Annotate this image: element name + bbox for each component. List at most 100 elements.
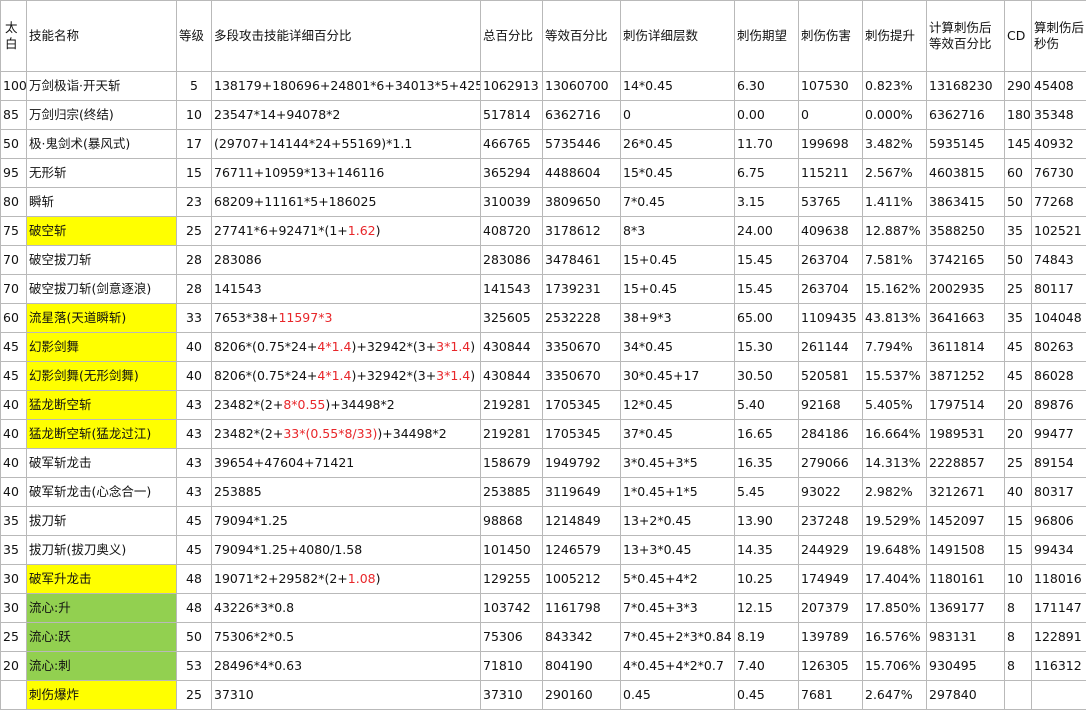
- cell-stab-boost[interactable]: 7.581%: [862, 245, 927, 275]
- cell-equiv-percent[interactable]: 3178612: [542, 216, 621, 246]
- cell-after-equiv[interactable]: 3641663: [926, 303, 1005, 333]
- cell-stab-damage[interactable]: 263704: [798, 274, 863, 304]
- cell-after-equiv[interactable]: 1452097: [926, 506, 1005, 536]
- cell-formula[interactable]: 68209+11161*5+186025: [211, 187, 481, 217]
- cell-taibai[interactable]: 20: [0, 651, 27, 681]
- cell-stab-expect[interactable]: 11.70: [734, 129, 799, 159]
- cell-after-equiv[interactable]: 930495: [926, 651, 1005, 681]
- cell-equiv-percent[interactable]: 1246579: [542, 535, 621, 565]
- cell-stab-boost[interactable]: 43.813%: [862, 303, 927, 333]
- cell-stab-boost[interactable]: 19.529%: [862, 506, 927, 536]
- cell-after-equiv[interactable]: 4603815: [926, 158, 1005, 188]
- cell-taibai[interactable]: 60: [0, 303, 27, 333]
- cell-stab-boost[interactable]: 16.576%: [862, 622, 927, 652]
- cell-skill-name[interactable]: 拔刀斩(拔刀奥义): [26, 535, 177, 565]
- cell-stab-expect[interactable]: 5.45: [734, 477, 799, 507]
- cell-skill-name[interactable]: 拔刀斩: [26, 506, 177, 536]
- cell-taibai[interactable]: 70: [0, 274, 27, 304]
- cell-formula[interactable]: 7653*38+11597*3: [211, 303, 481, 333]
- cell-stab-layers[interactable]: 15*0.45: [620, 158, 735, 188]
- header-stab-layers[interactable]: 刺伤详细层数: [620, 0, 735, 72]
- cell-cd[interactable]: 290: [1004, 71, 1032, 101]
- cell-taibai[interactable]: 30: [0, 564, 27, 594]
- cell-cd[interactable]: 45: [1004, 361, 1032, 391]
- cell-stab-layers[interactable]: 30*0.45+17: [620, 361, 735, 391]
- cell-stab-damage[interactable]: 237248: [798, 506, 863, 536]
- cell-cd[interactable]: 60: [1004, 158, 1032, 188]
- cell-dps[interactable]: [1031, 680, 1086, 710]
- cell-skill-name[interactable]: 流星落(天道瞬斩): [26, 303, 177, 333]
- cell-stab-boost[interactable]: 5.405%: [862, 390, 927, 420]
- cell-level[interactable]: 53: [176, 651, 212, 681]
- cell-total-percent[interactable]: 365294: [480, 158, 543, 188]
- cell-equiv-percent[interactable]: 3350670: [542, 361, 621, 391]
- cell-stab-damage[interactable]: 53765: [798, 187, 863, 217]
- cell-total-percent[interactable]: 98868: [480, 506, 543, 536]
- cell-stab-layers[interactable]: 7*0.45+2*3*0.84: [620, 622, 735, 652]
- cell-taibai[interactable]: 85: [0, 100, 27, 130]
- cell-dps[interactable]: 80117: [1031, 274, 1086, 304]
- cell-stab-damage[interactable]: 409638: [798, 216, 863, 246]
- cell-skill-name[interactable]: 瞬斩: [26, 187, 177, 217]
- cell-after-equiv[interactable]: 3742165: [926, 245, 1005, 275]
- cell-stab-damage[interactable]: 244929: [798, 535, 863, 565]
- cell-dps[interactable]: 77268: [1031, 187, 1086, 217]
- cell-level[interactable]: 10: [176, 100, 212, 130]
- cell-stab-expect[interactable]: 0.00: [734, 100, 799, 130]
- cell-formula[interactable]: (29707+14144*24+55169)*1.1: [211, 129, 481, 159]
- cell-taibai[interactable]: 25: [0, 622, 27, 652]
- cell-stab-damage[interactable]: 263704: [798, 245, 863, 275]
- cell-stab-layers[interactable]: 37*0.45: [620, 419, 735, 449]
- cell-after-equiv[interactable]: 2228857: [926, 448, 1005, 478]
- cell-stab-boost[interactable]: 15.537%: [862, 361, 927, 391]
- cell-level[interactable]: 43: [176, 448, 212, 478]
- cell-total-percent[interactable]: 253885: [480, 477, 543, 507]
- cell-taibai[interactable]: 35: [0, 535, 27, 565]
- cell-stab-expect[interactable]: 7.40: [734, 651, 799, 681]
- cell-stab-expect[interactable]: 65.00: [734, 303, 799, 333]
- cell-after-equiv[interactable]: 1369177: [926, 593, 1005, 623]
- cell-stab-boost[interactable]: 2.567%: [862, 158, 927, 188]
- cell-level[interactable]: 5: [176, 71, 212, 101]
- cell-total-percent[interactable]: 466765: [480, 129, 543, 159]
- cell-skill-name[interactable]: 破空拔刀斩: [26, 245, 177, 275]
- cell-dps[interactable]: 171147: [1031, 593, 1086, 623]
- cell-stab-expect[interactable]: 30.50: [734, 361, 799, 391]
- cell-taibai[interactable]: 45: [0, 361, 27, 391]
- cell-cd[interactable]: 20: [1004, 419, 1032, 449]
- cell-total-percent[interactable]: 1062913: [480, 71, 543, 101]
- cell-taibai[interactable]: 50: [0, 129, 27, 159]
- cell-stab-boost[interactable]: 14.313%: [862, 448, 927, 478]
- cell-stab-expect[interactable]: 24.00: [734, 216, 799, 246]
- cell-taibai[interactable]: 40: [0, 477, 27, 507]
- cell-after-equiv[interactable]: 13168230: [926, 71, 1005, 101]
- cell-after-equiv[interactable]: 1989531: [926, 419, 1005, 449]
- cell-equiv-percent[interactable]: 1705345: [542, 390, 621, 420]
- cell-cd[interactable]: 145: [1004, 129, 1032, 159]
- cell-equiv-percent[interactable]: 3119649: [542, 477, 621, 507]
- cell-skill-name[interactable]: 极·鬼剑术(暴风式): [26, 129, 177, 159]
- cell-dps[interactable]: 74843: [1031, 245, 1086, 275]
- cell-skill-name[interactable]: 猛龙断空斩: [26, 390, 177, 420]
- header-total-percent[interactable]: 总百分比: [480, 0, 543, 72]
- cell-skill-name[interactable]: 幻影剑舞(无形剑舞): [26, 361, 177, 391]
- cell-cd[interactable]: 15: [1004, 506, 1032, 536]
- cell-skill-name[interactable]: 猛龙断空斩(猛龙过江): [26, 419, 177, 449]
- cell-stab-damage[interactable]: 92168: [798, 390, 863, 420]
- cell-stab-layers[interactable]: 4*0.45+4*2*0.7: [620, 651, 735, 681]
- cell-cd[interactable]: 45: [1004, 332, 1032, 362]
- cell-level[interactable]: 40: [176, 361, 212, 391]
- header-stab-damage[interactable]: 刺伤伤害: [798, 0, 863, 72]
- cell-equiv-percent[interactable]: 1005212: [542, 564, 621, 594]
- cell-stab-damage[interactable]: 139789: [798, 622, 863, 652]
- cell-total-percent[interactable]: 430844: [480, 332, 543, 362]
- cell-dps[interactable]: 40932: [1031, 129, 1086, 159]
- cell-dps[interactable]: 104048: [1031, 303, 1086, 333]
- header-taibai[interactable]: 太白: [0, 0, 27, 72]
- cell-stab-boost[interactable]: 2.982%: [862, 477, 927, 507]
- cell-stab-expect[interactable]: 12.15: [734, 593, 799, 623]
- cell-stab-layers[interactable]: 3*0.45+3*5: [620, 448, 735, 478]
- cell-stab-damage[interactable]: 207379: [798, 593, 863, 623]
- cell-taibai[interactable]: 95: [0, 158, 27, 188]
- cell-stab-layers[interactable]: 13+3*0.45: [620, 535, 735, 565]
